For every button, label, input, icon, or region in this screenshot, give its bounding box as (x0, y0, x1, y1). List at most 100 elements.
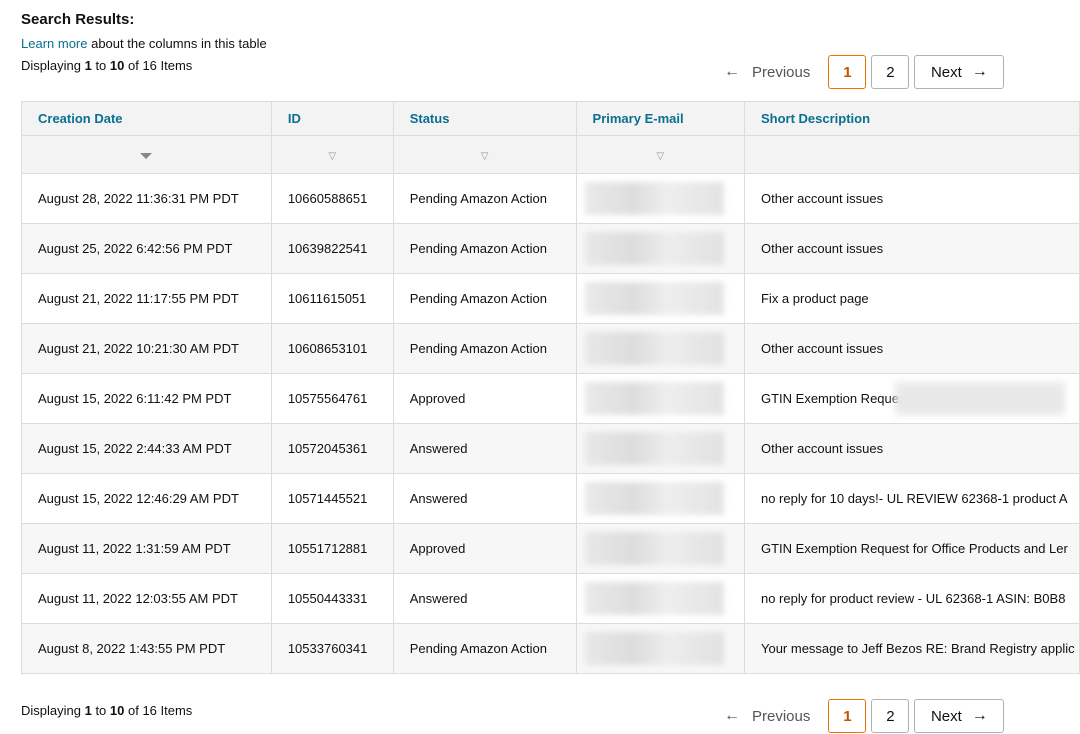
redacted-email (584, 532, 724, 565)
col-id[interactable]: ID (270, 101, 394, 136)
col-status[interactable]: Status (392, 101, 577, 136)
cell-id: 10550443331 (270, 573, 394, 624)
cell-id: 10639822541 (270, 223, 394, 274)
display-prefix: Displaying (21, 58, 85, 73)
left-arrow-icon: ← (724, 63, 740, 80)
table-row[interactable]: August 8, 2022 1:43:55 PM PDT 10533760341… (21, 623, 1080, 674)
display-prefix: Displaying (21, 703, 85, 718)
previous-label: Previous (752, 707, 811, 725)
cell-short-description: no reply for 10 days!- UL REVIEW 62368-1… (743, 473, 1080, 524)
sort-creation-date[interactable] (21, 135, 272, 174)
table-row[interactable]: August 11, 2022 1:31:59 AM PDT 1055171288… (21, 523, 1080, 574)
table-row[interactable]: August 15, 2022 6:11:42 PM PDT 1057556476… (21, 373, 1080, 424)
col-primary-email[interactable]: Primary E-mail (575, 101, 745, 136)
display-count-top: Displaying 1 to 10 of 16 Items (21, 58, 192, 73)
pagination-top: ← Previous 1 2 Next → (724, 54, 1009, 90)
cell-id: 10571445521 (270, 473, 394, 524)
display-from: 1 (84, 58, 92, 73)
learn-more-link[interactable]: Learn more (21, 36, 87, 51)
cell-short-description: Other account issues (743, 223, 1080, 274)
learn-more-line: Learn more about the columns in this tab… (21, 36, 267, 51)
display-to-word: to (91, 703, 110, 718)
cell-short-description: Other account issues (743, 173, 1080, 224)
redacted-email (584, 632, 724, 665)
cell-id: 10660588651 (270, 173, 394, 224)
cell-creation-date: August 15, 2022 2:44:33 AM PDT (21, 423, 272, 474)
sort-unsorted-icon: ▽ (328, 151, 337, 162)
cell-id: 10533760341 (270, 623, 394, 674)
cell-primary-email (575, 323, 745, 374)
cell-primary-email (575, 623, 745, 674)
redacted-email (584, 232, 724, 265)
redacted-email (584, 182, 724, 215)
cell-creation-date: August 25, 2022 6:42:56 PM PDT (21, 223, 272, 274)
table-row[interactable]: August 15, 2022 2:44:33 AM PDT 1057204536… (21, 423, 1080, 474)
col-short-description[interactable]: Short Description (743, 101, 1080, 136)
redacted-email (584, 582, 724, 615)
cell-creation-date: August 11, 2022 1:31:59 AM PDT (21, 523, 272, 574)
cell-creation-date: August 21, 2022 10:21:30 AM PDT (21, 323, 272, 374)
page-2-button[interactable]: 2 (871, 55, 910, 89)
previous-button[interactable]: ← Previous (724, 63, 810, 81)
next-button[interactable]: Next → (914, 55, 1005, 89)
results-table: Creation Date ID Status Primary E-mail S… (21, 101, 1080, 674)
display-from: 1 (84, 703, 92, 718)
page-2-button[interactable]: 2 (871, 699, 910, 733)
cell-creation-date: August 8, 2022 1:43:55 PM PDT (21, 623, 272, 674)
sort-unsorted-icon: ▽ (656, 151, 665, 162)
cell-creation-date: August 11, 2022 12:03:55 AM PDT (21, 573, 272, 624)
redacted-email (584, 382, 724, 415)
page-title: Search Results: (21, 11, 135, 28)
cell-id: 10611615051 (270, 273, 394, 324)
table-row[interactable]: August 28, 2022 11:36:31 PM PDT 106605886… (21, 173, 1080, 224)
cell-status: Pending Amazon Action (392, 173, 577, 224)
sort-id[interactable]: ▽ (270, 135, 394, 174)
cell-id: 10608653101 (270, 323, 394, 374)
page-1-button[interactable]: 1 (828, 699, 867, 733)
cell-primary-email (575, 173, 745, 224)
table-row[interactable]: August 15, 2022 12:46:29 AM PDT 105714455… (21, 473, 1080, 524)
col-creation-date[interactable]: Creation Date (21, 101, 272, 136)
cell-creation-date: August 15, 2022 6:11:42 PM PDT (21, 373, 272, 424)
cell-status: Pending Amazon Action (392, 223, 577, 274)
cell-id: 10572045361 (270, 423, 394, 474)
page-1-button[interactable]: 1 (828, 55, 867, 89)
cell-primary-email (575, 223, 745, 274)
table-row[interactable]: August 21, 2022 10:21:30 AM PDT 106086531… (21, 323, 1080, 374)
previous-button[interactable]: ← Previous (724, 707, 810, 725)
cell-creation-date: August 21, 2022 11:17:55 PM PDT (21, 273, 272, 324)
next-button[interactable]: Next → (914, 699, 1005, 733)
cell-primary-email (575, 573, 745, 624)
cell-primary-email (575, 523, 745, 574)
sort-primary-email[interactable]: ▽ (575, 135, 745, 174)
sort-unsorted-icon: ▽ (480, 151, 489, 162)
redacted-email (584, 482, 724, 515)
cell-primary-email (575, 273, 745, 324)
sort-status[interactable]: ▽ (392, 135, 577, 174)
table-row[interactable]: August 25, 2022 6:42:56 PM PDT 1063982254… (21, 223, 1080, 274)
cell-status: Approved (392, 373, 577, 424)
display-count-bottom: Displaying 1 to 10 of 16 Items (21, 703, 192, 718)
cell-creation-date: August 15, 2022 12:46:29 AM PDT (21, 473, 272, 524)
right-arrow-icon: → (971, 707, 988, 724)
table-row[interactable]: August 21, 2022 11:17:55 PM PDT 106116150… (21, 273, 1080, 324)
display-of: of 16 Items (124, 703, 193, 718)
cell-status: Answered (392, 473, 577, 524)
table-filter-row: ▽ ▽ ▽ (21, 135, 1080, 174)
table-row[interactable]: August 11, 2022 12:03:55 AM PDT 105504433… (21, 573, 1080, 624)
sort-short-description (743, 135, 1080, 174)
display-to-word: to (91, 58, 110, 73)
cell-short-description: Fix a product page (743, 273, 1080, 324)
right-arrow-icon: → (971, 63, 988, 80)
next-label: Next (930, 63, 962, 81)
next-label: Next (930, 707, 962, 725)
previous-label: Previous (752, 63, 811, 81)
cell-status: Answered (392, 423, 577, 474)
cell-short-description: Your message to Jeff Bezos RE: Brand Reg… (743, 623, 1080, 674)
redacted-email (584, 332, 724, 365)
cell-short-description: GTIN Exemption Request for Office Produc… (743, 523, 1080, 574)
display-to: 10 (109, 703, 125, 718)
cell-primary-email (575, 373, 745, 424)
left-arrow-icon: ← (724, 707, 740, 724)
cell-status: Answered (392, 573, 577, 624)
